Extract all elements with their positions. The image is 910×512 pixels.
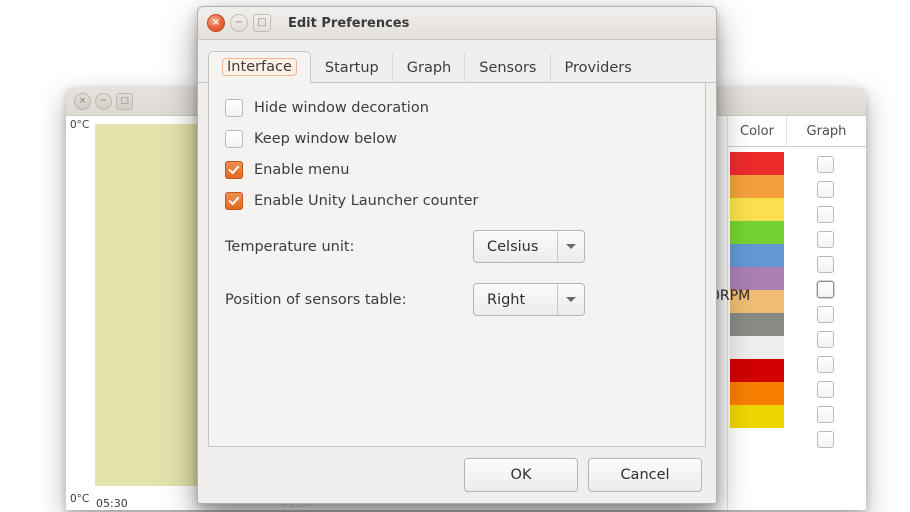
preference-checkbox-label: Keep window below bbox=[254, 131, 397, 147]
column-header-graph[interactable]: Graph bbox=[787, 116, 866, 146]
graph-y-axis-bottom-label: 0°C bbox=[70, 493, 90, 505]
sensor-graph-checkbox[interactable] bbox=[817, 256, 834, 273]
checkbox-unchecked-icon[interactable] bbox=[225, 130, 243, 148]
preference-field-row: Position of sensors table: Right bbox=[225, 283, 689, 316]
sensors-table: Color Graph bbox=[727, 116, 866, 510]
prefs-checkbox-list: Hide window decoration Keep window below E… bbox=[225, 99, 689, 210]
tab-label: Graph bbox=[406, 60, 452, 76]
preference-checkbox-row[interactable]: Hide window decoration bbox=[225, 99, 689, 117]
tab-label: Providers bbox=[564, 60, 632, 76]
graph-y-axis-top-label: 0°C bbox=[70, 119, 90, 131]
prefs-dialog-title: Edit Preferences bbox=[288, 15, 410, 31]
sensor-color-swatch[interactable] bbox=[730, 405, 784, 428]
prefs-tab-panel-interface: Hide window decoration Keep window below E… bbox=[208, 83, 706, 447]
psensor-maximize-icon[interactable]: □ bbox=[116, 93, 133, 110]
sensor-graph-checkbox[interactable] bbox=[817, 306, 834, 323]
preference-checkbox-row[interactable]: Enable Unity Launcher counter bbox=[225, 192, 689, 210]
prefs-minimize-icon[interactable]: − bbox=[230, 14, 248, 32]
checkbox-checked-icon[interactable] bbox=[225, 192, 243, 210]
tab-providers[interactable]: Providers bbox=[551, 53, 645, 83]
tab-sensors[interactable]: Sensors bbox=[465, 53, 551, 83]
tab-graph[interactable]: Graph bbox=[393, 53, 466, 83]
sensor-graph-checkbox[interactable] bbox=[817, 431, 834, 448]
sensor-color-swatch[interactable] bbox=[730, 267, 784, 290]
prefs-titlebar[interactable]: × − □ Edit Preferences bbox=[198, 7, 716, 40]
preference-checkbox-row[interactable]: Enable menu bbox=[225, 161, 689, 179]
sensor-color-swatch[interactable] bbox=[730, 198, 784, 221]
sensor-graph-checkbox[interactable] bbox=[817, 156, 834, 173]
dropdown-sensors-table-position[interactable]: Right bbox=[473, 283, 585, 316]
sensor-color-column bbox=[728, 147, 786, 510]
prefs-tab-bar: Interface Startup Graph Sensors Providers bbox=[198, 49, 716, 83]
sensor-graph-checkbox-column bbox=[786, 147, 865, 510]
preference-checkbox-label: Hide window decoration bbox=[254, 100, 429, 116]
sensor-graph-checkbox[interactable] bbox=[817, 231, 834, 248]
checkbox-unchecked-icon[interactable] bbox=[225, 99, 243, 117]
edit-preferences-dialog[interactable]: × − □ Edit Preferences Interface Startup G… bbox=[197, 6, 717, 504]
prefs-close-icon[interactable]: × bbox=[207, 14, 225, 32]
preference-field-label: Position of sensors table: bbox=[225, 291, 407, 308]
prefs-button-bar: OK Cancel bbox=[198, 447, 716, 503]
sensor-graph-checkbox[interactable] bbox=[817, 356, 834, 373]
tab-interface[interactable]: Interface bbox=[208, 51, 311, 83]
sensor-color-swatch[interactable] bbox=[730, 175, 784, 198]
sensor-graph-checkbox[interactable] bbox=[817, 281, 834, 298]
sensor-color-swatch[interactable] bbox=[730, 244, 784, 267]
dropdown-temperature-unit[interactable]: Celsius bbox=[473, 230, 585, 263]
dropdown-selected-value: Celsius bbox=[487, 238, 539, 255]
sensor-graph-checkbox[interactable] bbox=[817, 331, 834, 348]
sensor-color-swatch[interactable] bbox=[730, 152, 784, 175]
sensors-table-rows bbox=[728, 147, 866, 510]
sensor-graph-checkbox[interactable] bbox=[817, 381, 834, 398]
tab-startup[interactable]: Startup bbox=[311, 53, 393, 83]
preference-checkbox-label: Enable menu bbox=[254, 162, 350, 178]
sensor-color-swatch[interactable] bbox=[730, 336, 784, 359]
graph-x-axis-label: 05:30 bbox=[96, 497, 128, 510]
dropdown-selected-value: Right bbox=[487, 291, 526, 308]
preference-checkbox-row[interactable]: Keep window below bbox=[225, 130, 689, 148]
cancel-button[interactable]: Cancel bbox=[588, 458, 702, 492]
prefs-maximize-icon[interactable]: □ bbox=[253, 14, 271, 32]
chevron-down-icon[interactable] bbox=[557, 284, 584, 315]
tab-label: Startup bbox=[324, 60, 379, 76]
preference-checkbox-label: Enable Unity Launcher counter bbox=[254, 193, 479, 209]
sensor-graph-checkbox[interactable] bbox=[817, 206, 834, 223]
tab-label: Sensors bbox=[479, 60, 537, 76]
preference-field-row: Temperature unit: Celsius bbox=[225, 230, 689, 263]
preference-field-label: Temperature unit: bbox=[225, 238, 355, 255]
sensors-table-header: Color Graph bbox=[728, 116, 866, 147]
sensor-color-swatch[interactable] bbox=[730, 313, 784, 336]
column-header-color[interactable]: Color bbox=[728, 116, 787, 146]
ok-button[interactable]: OK bbox=[464, 458, 578, 492]
prefs-field-list: Temperature unit: Celsius Position of sens… bbox=[225, 230, 689, 316]
checkbox-checked-icon[interactable] bbox=[225, 161, 243, 179]
psensor-minimize-icon[interactable]: − bbox=[95, 93, 112, 110]
psensor-close-icon[interactable]: × bbox=[74, 93, 91, 110]
sensor-color-swatch[interactable] bbox=[730, 382, 784, 405]
sensor-graph-checkbox[interactable] bbox=[817, 181, 834, 198]
sensor-color-swatch[interactable] bbox=[730, 359, 784, 382]
chevron-down-icon[interactable] bbox=[557, 231, 584, 262]
sensor-color-swatch[interactable] bbox=[730, 221, 784, 244]
tab-label: Interface bbox=[222, 58, 297, 76]
sensor-graph-checkbox[interactable] bbox=[817, 406, 834, 423]
